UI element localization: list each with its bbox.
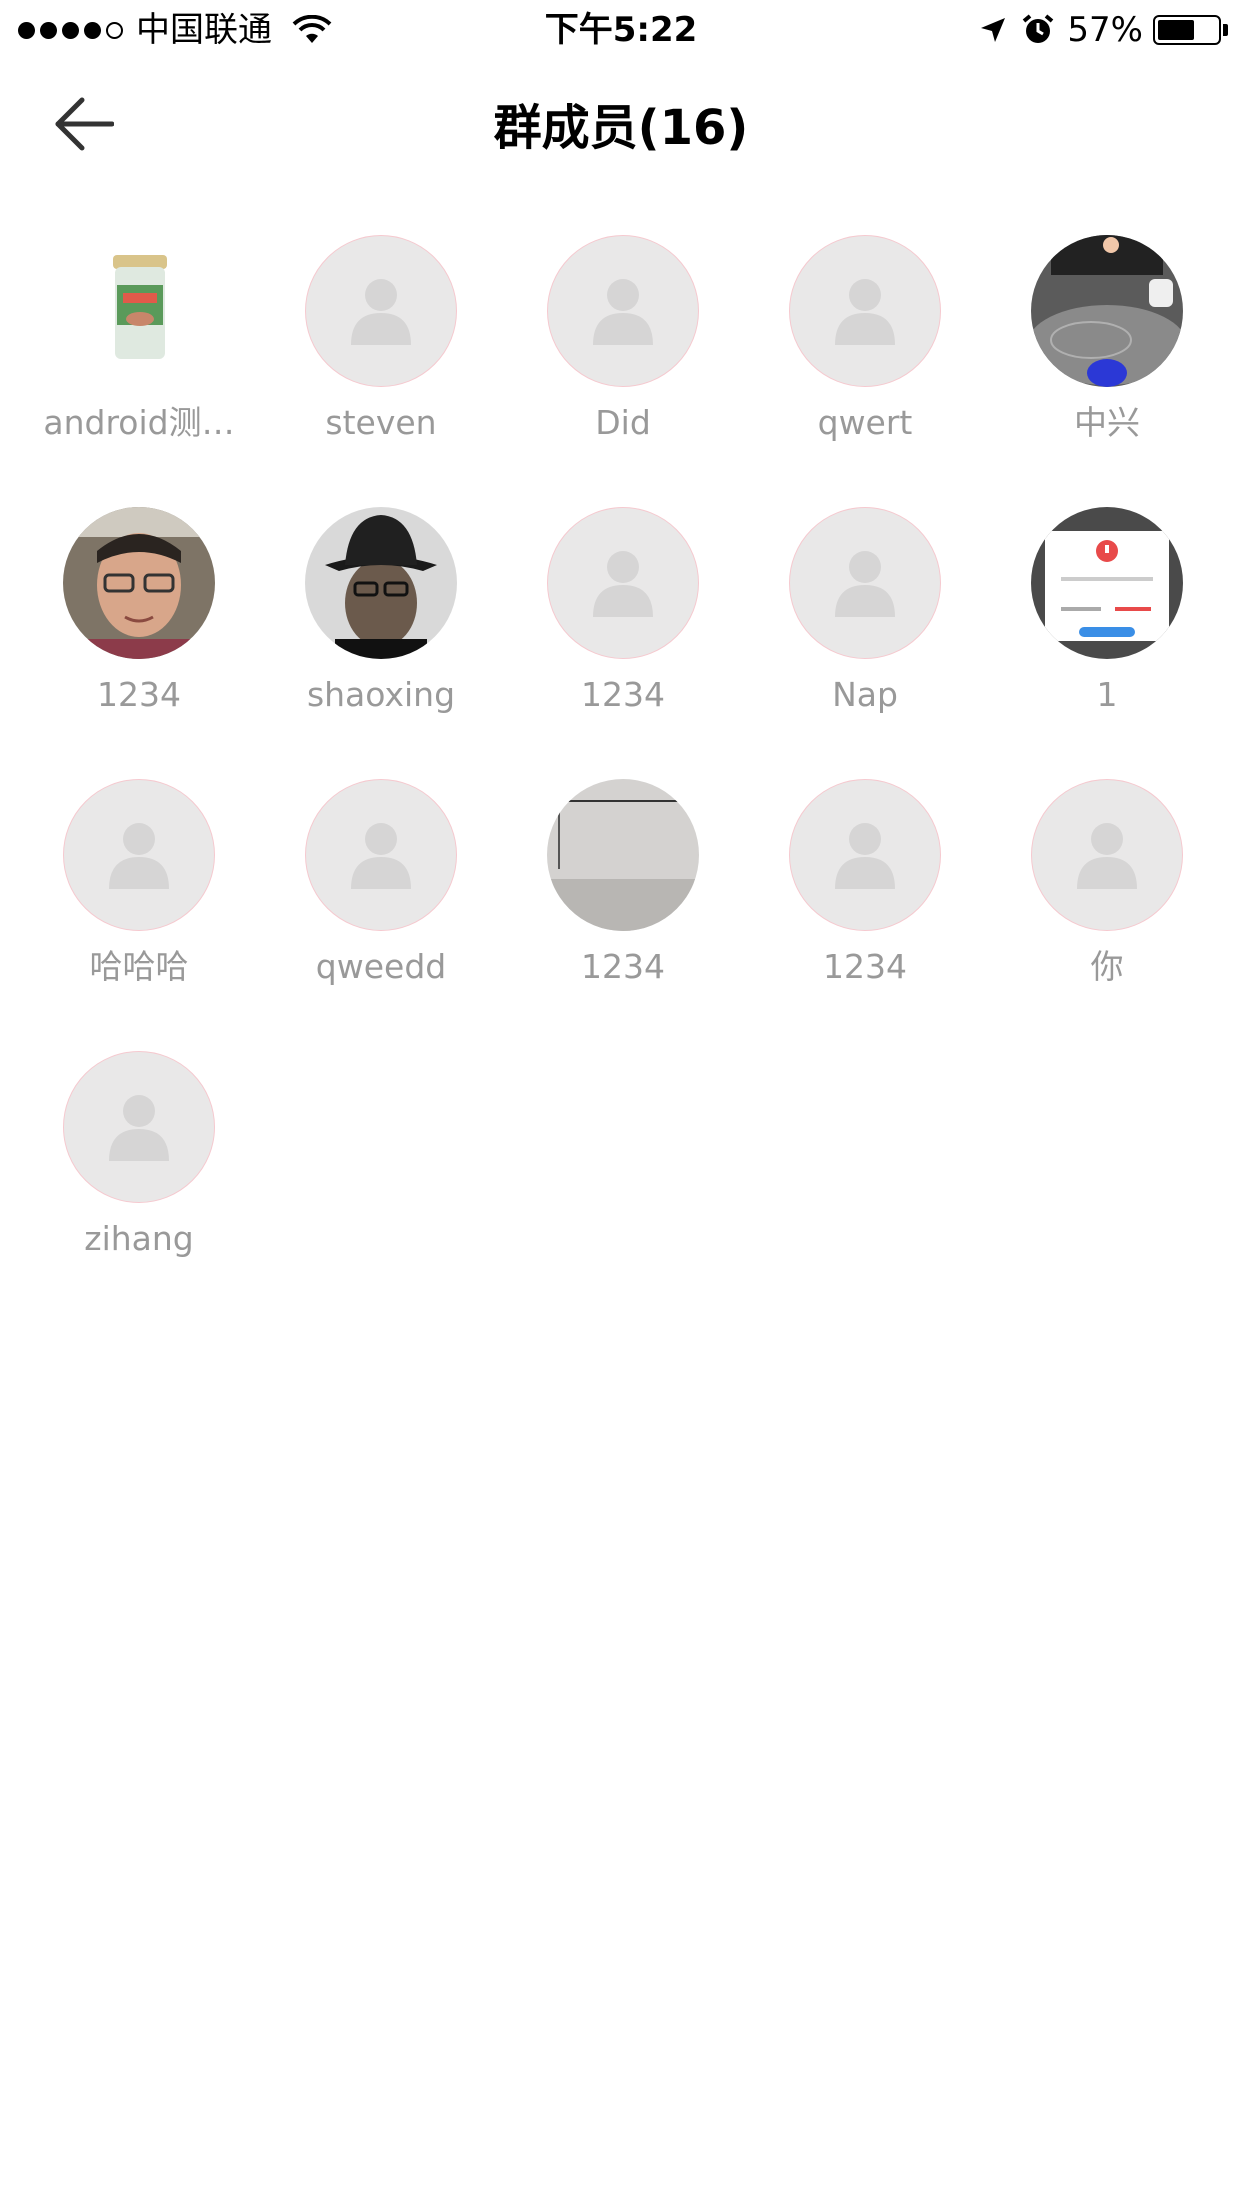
member-item[interactable]: steven — [260, 235, 502, 507]
member-avatar[interactable] — [1031, 779, 1183, 931]
member-item[interactable]: zihang — [18, 1051, 260, 1323]
member-avatar[interactable] — [789, 507, 941, 659]
member-name: 哈哈哈 — [89, 947, 189, 986]
location-arrow-icon — [981, 18, 1006, 42]
member-avatar[interactable] — [547, 235, 699, 387]
member-item[interactable]: Nap — [744, 507, 986, 779]
member-name: 1234 — [97, 675, 181, 714]
member-item[interactable]: 1234 — [502, 779, 744, 1051]
member-name: 中兴 — [1074, 403, 1140, 442]
member-item[interactable]: 1234 — [18, 507, 260, 779]
member-name: 1234 — [823, 947, 907, 986]
member-item[interactable]: 中兴 — [986, 235, 1228, 507]
member-name: qwert — [817, 403, 913, 442]
member-avatar[interactable] — [63, 507, 215, 659]
member-avatar[interactable] — [789, 779, 941, 931]
member-item[interactable]: android测… — [18, 235, 260, 507]
member-avatar[interactable] — [1031, 507, 1183, 659]
member-name: shaoxing — [306, 675, 456, 714]
member-item[interactable]: 你 — [986, 779, 1228, 1051]
member-item[interactable]: 1234 — [502, 507, 744, 779]
member-item[interactable]: Did — [502, 235, 744, 507]
member-avatar[interactable] — [1031, 235, 1183, 387]
member-name: Nap — [832, 675, 898, 714]
default-avatar-icon — [351, 823, 411, 889]
member-name: android测… — [43, 403, 235, 442]
member-name: Did — [595, 403, 651, 442]
member-name: zihang — [84, 1219, 194, 1258]
battery-icon — [1153, 15, 1221, 45]
member-avatar[interactable] — [63, 1051, 215, 1203]
member-item[interactable]: 1 — [986, 507, 1228, 779]
member-name: 你 — [1090, 947, 1124, 986]
default-avatar-icon — [109, 823, 169, 889]
navigation-bar: 群成员(16) — [0, 60, 1242, 188]
default-avatar-icon — [835, 823, 895, 889]
battery-percent: 57% — [1067, 10, 1143, 50]
member-name: 1 — [1096, 675, 1118, 714]
member-name: qweedd — [315, 947, 447, 986]
default-avatar-icon — [593, 551, 653, 617]
default-avatar-icon — [593, 279, 653, 345]
member-avatar[interactable] — [305, 779, 457, 931]
status-right: 57% — [979, 8, 1228, 52]
member-item[interactable]: qweedd — [260, 779, 502, 1051]
member-item[interactable]: shaoxing — [260, 507, 502, 779]
default-avatar-icon — [1077, 823, 1137, 889]
default-avatar-icon — [109, 1095, 169, 1161]
member-name: 1234 — [581, 675, 665, 714]
member-item[interactable]: 1234 — [744, 779, 986, 1051]
member-name: 1234 — [581, 947, 665, 986]
member-item[interactable]: qwert — [744, 235, 986, 507]
default-avatar-icon — [351, 279, 411, 345]
member-avatar[interactable] — [63, 779, 215, 931]
member-avatar[interactable] — [305, 235, 457, 387]
member-avatar[interactable] — [547, 779, 699, 931]
members-grid: android测… steven Did qwert 中兴 1234 shaoxing 123… — [18, 235, 1228, 1323]
member-item[interactable]: 哈哈哈 — [18, 779, 260, 1051]
alarm-clock-icon — [1023, 14, 1054, 43]
member-avatar[interactable] — [789, 235, 941, 387]
default-avatar-icon — [835, 279, 895, 345]
page-title: 群成员(16) — [493, 100, 749, 156]
member-avatar[interactable] — [547, 507, 699, 659]
default-avatar-icon — [835, 551, 895, 617]
member-name: steven — [325, 403, 437, 442]
battery-tip — [1223, 24, 1228, 36]
member-avatar[interactable] — [305, 507, 457, 659]
member-avatar[interactable] — [63, 235, 215, 387]
status-bar: 中国联通 下午5:22 57% — [0, 0, 1242, 60]
